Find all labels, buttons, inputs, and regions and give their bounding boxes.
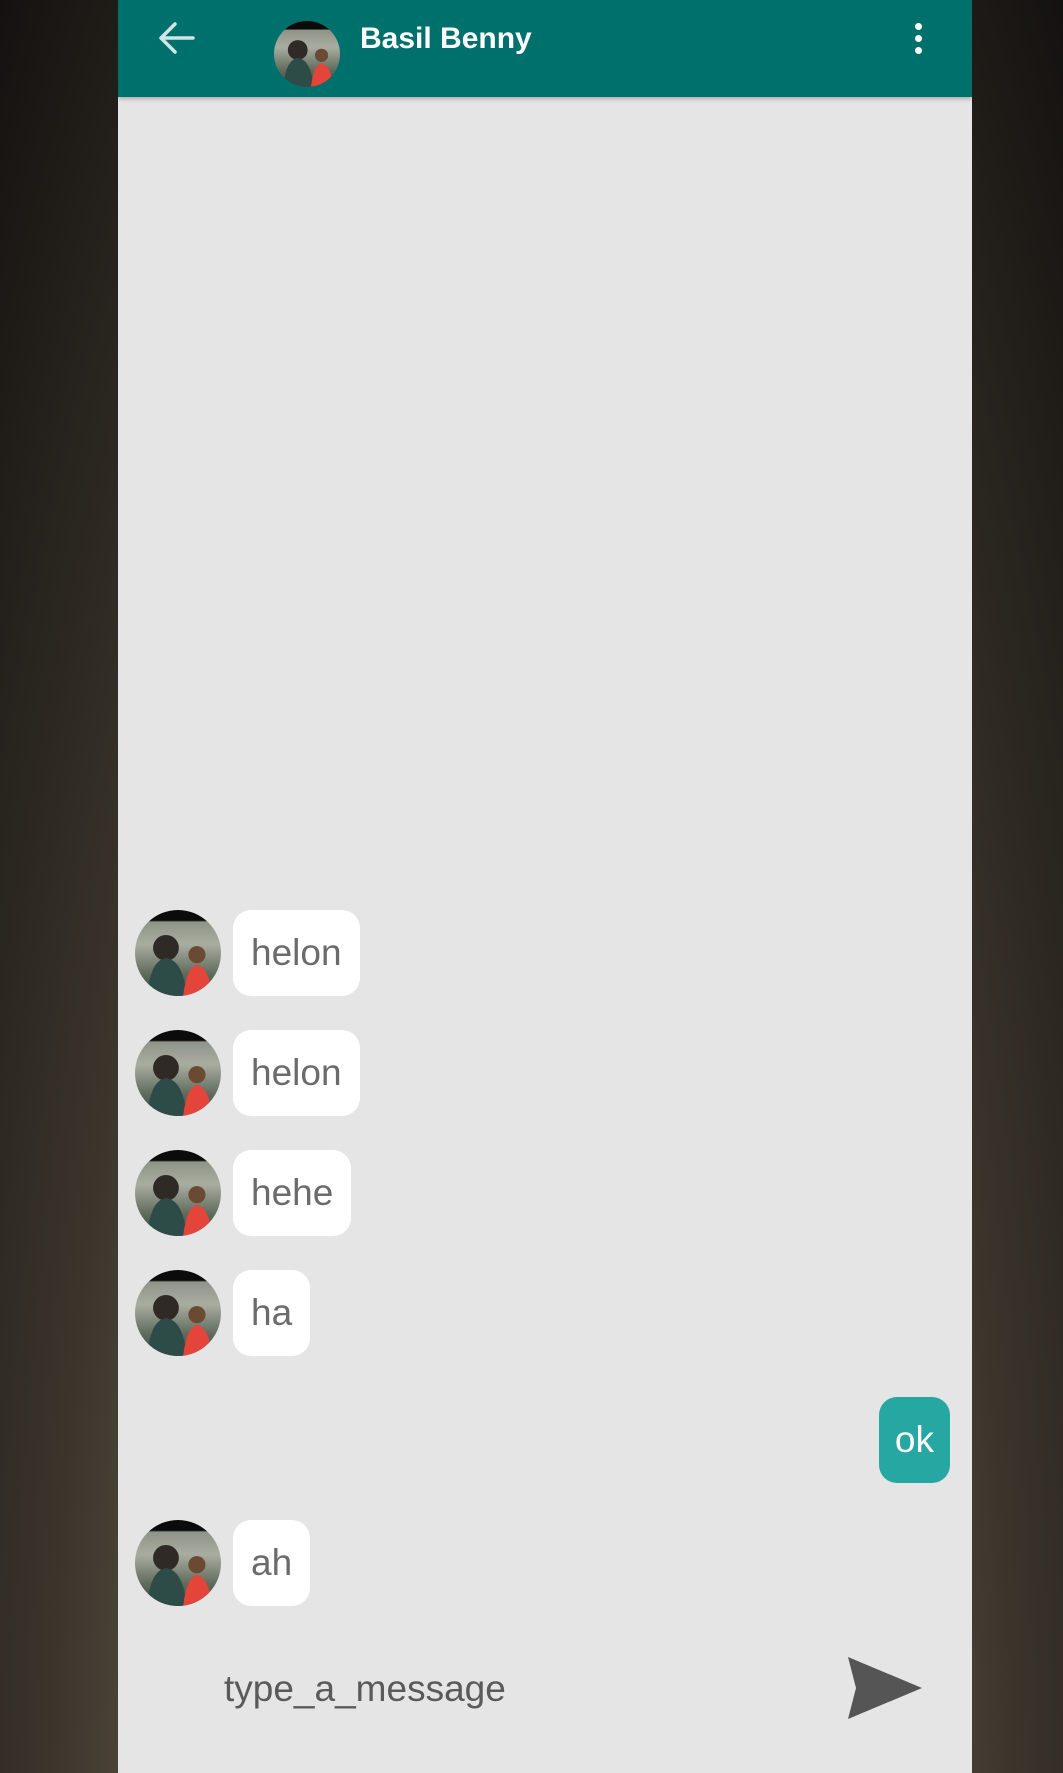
contact-avatar[interactable] (274, 20, 340, 87)
message-input[interactable] (224, 1657, 824, 1721)
arrow-left-icon (159, 22, 195, 54)
more-vert-icon (914, 22, 922, 30)
incoming-message-bubble[interactable]: helon (233, 1030, 360, 1116)
message-composer (118, 1635, 972, 1755)
sender-avatar[interactable] (135, 1030, 221, 1116)
incoming-message-bubble[interactable]: ha (233, 1270, 311, 1356)
sender-avatar[interactable] (135, 1520, 221, 1606)
outgoing-message-bubble[interactable]: ok (878, 1397, 950, 1483)
message-row: helon (135, 910, 360, 996)
app-bar: Basil Benny (118, 0, 972, 97)
send-icon (848, 1657, 922, 1719)
message-row: helon (135, 1030, 360, 1116)
message-row: hehe (135, 1150, 352, 1236)
message-row: ha (135, 1270, 311, 1356)
incoming-message-bubble[interactable]: helon (233, 910, 360, 996)
more-options-button[interactable] (902, 18, 934, 58)
sender-avatar[interactable] (135, 1270, 221, 1356)
chat-screen: Basil Benny helon helon hehe ha ok ah ty… (118, 0, 972, 1773)
sender-avatar[interactable] (135, 1150, 221, 1236)
contact-name[interactable]: Basil Benny (360, 22, 532, 56)
back-button[interactable] (156, 20, 196, 56)
avatar-photo (283, 39, 334, 87)
send-button[interactable] (844, 1653, 926, 1723)
sender-avatar[interactable] (135, 910, 221, 996)
message-row: ah (135, 1520, 311, 1606)
incoming-message-bubble[interactable]: hehe (233, 1150, 352, 1236)
incoming-message-bubble[interactable]: ah (233, 1520, 311, 1606)
